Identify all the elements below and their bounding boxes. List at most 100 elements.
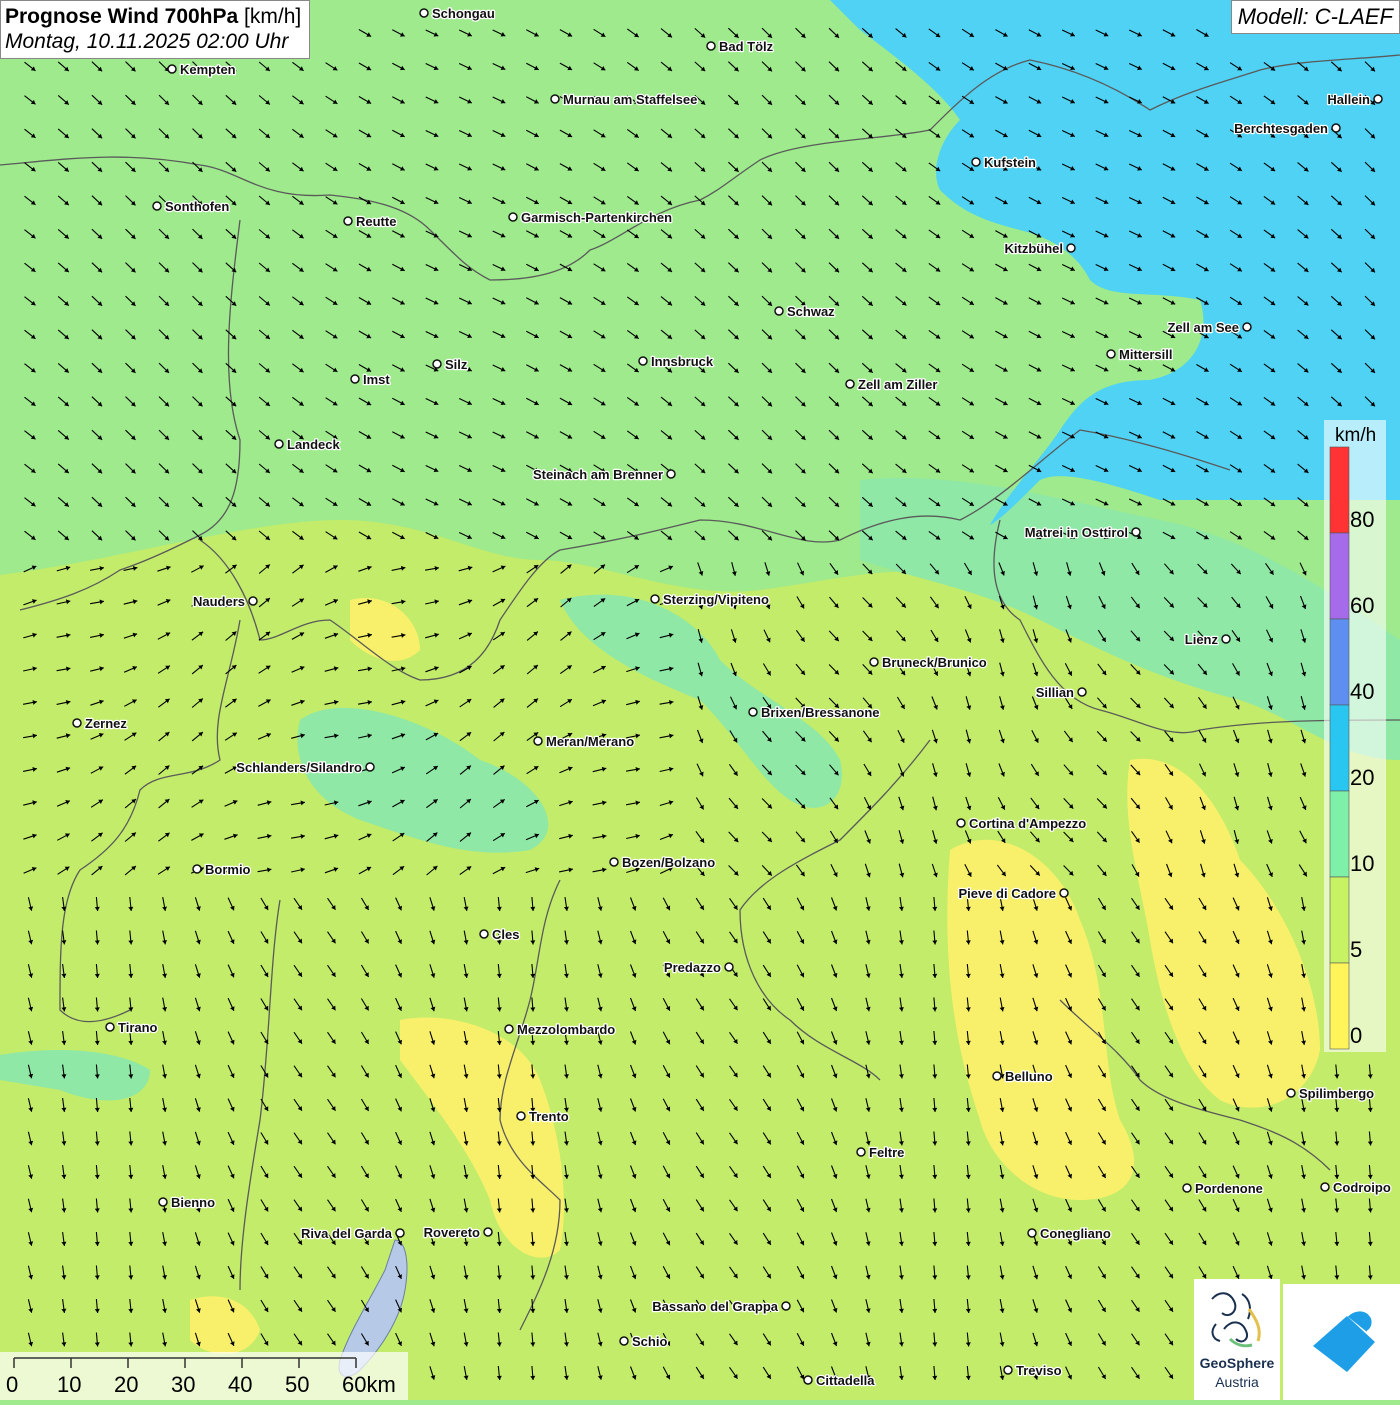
warning-app-logo[interactable] xyxy=(1283,1284,1400,1400)
city-label: Landeck xyxy=(287,437,341,452)
legend-label: 0 xyxy=(1350,1023,1362,1048)
city-label: Lienz xyxy=(1185,632,1219,647)
city-marker-icon xyxy=(158,1197,168,1207)
city-label: Zernez xyxy=(85,716,127,731)
title-box: Prognose Wind 700hPa [km/h] Montag, 10.1… xyxy=(0,0,311,60)
city-label: Kitzbühel xyxy=(1005,241,1064,256)
scale-label: 10 xyxy=(57,1372,81,1397)
city-label: Kufstein xyxy=(984,155,1036,170)
city-marker-icon xyxy=(1003,1365,1013,1375)
city-matrei-in-osttirol[interactable]: Matrei in Osttirol xyxy=(1023,524,1141,541)
city-label: Schwaz xyxy=(787,304,835,319)
city-marker-icon xyxy=(432,359,442,369)
city-marker-icon xyxy=(869,657,879,667)
city-marker-icon xyxy=(483,1227,493,1237)
city-label: Silz xyxy=(445,357,468,372)
city-sterzing-vipiteno[interactable]: Sterzing/Vipiteno xyxy=(650,591,770,608)
city-schlanders-silandro[interactable]: Schlanders/Silandro xyxy=(235,759,375,776)
city-marker-icon xyxy=(72,718,82,728)
city-murnau-am-staffelsee[interactable]: Murnau am Staffelsee xyxy=(550,91,699,108)
legend-label: 10 xyxy=(1350,851,1374,876)
city-marker-icon xyxy=(724,962,734,972)
city-marker-icon xyxy=(706,41,716,51)
city-marker-icon xyxy=(1131,527,1141,537)
city-label: Meran/Merano xyxy=(546,734,634,749)
city-label: Tirano xyxy=(118,1020,158,1035)
scale-label: 50 xyxy=(285,1372,309,1397)
legend-label: 40 xyxy=(1350,679,1374,704)
city-marker-icon xyxy=(619,1336,629,1346)
city-label: Garmisch-Partenkirchen xyxy=(521,210,672,225)
city-marker-icon xyxy=(1221,634,1231,644)
city-label: Cortina d'Ampezzo xyxy=(969,816,1086,831)
city-zell-am-ziller[interactable]: Zell am Ziller xyxy=(845,376,939,393)
city-marker-icon xyxy=(274,439,284,449)
city-garmisch-partenkirchen[interactable]: Garmisch-Partenkirchen xyxy=(508,209,673,226)
city-bassano-del-grappa[interactable]: Bassano del Grappa xyxy=(651,1298,791,1315)
city-pieve-di-cadore[interactable]: Pieve di Cadore xyxy=(957,885,1069,902)
city-label: Bozen/Bolzano xyxy=(622,855,715,870)
city-zell-am-see[interactable]: Zell am See xyxy=(1166,319,1252,336)
city-marker-icon xyxy=(1242,322,1252,332)
title-text: Prognose Wind 700hPa xyxy=(5,5,239,28)
city-label: Pordenone xyxy=(1195,1181,1263,1196)
city-marker-icon xyxy=(666,469,676,479)
city-label: Trento xyxy=(529,1109,569,1124)
city-marker-icon xyxy=(504,1024,514,1034)
city-mezzolombardo[interactable]: Mezzolombardo xyxy=(504,1021,617,1038)
city-bozen-bolzano[interactable]: Bozen/Bolzano xyxy=(609,854,716,871)
city-marker-icon xyxy=(638,356,648,366)
city-bruneck-brunico[interactable]: Bruneck/Brunico xyxy=(869,654,988,671)
city-label: Berchtesgaden xyxy=(1234,121,1328,136)
city-riva-del-garda[interactable]: Riva del Garda xyxy=(300,1225,405,1242)
city-sonthofen[interactable]: Sonthofen xyxy=(152,198,231,215)
city-label: Bruneck/Brunico xyxy=(882,655,987,670)
legend-label: 60 xyxy=(1350,593,1374,618)
city-marker-icon xyxy=(845,379,855,389)
city-berchtesgaden[interactable]: Berchtesgaden xyxy=(1233,120,1341,137)
model-label: Modell: C-LAEF xyxy=(1230,0,1400,34)
city-marker-icon xyxy=(508,212,518,222)
city-label: Steinach am Brenner xyxy=(533,467,663,482)
city-marker-icon xyxy=(1106,349,1116,359)
city-label: Matrei in Osttirol xyxy=(1025,525,1128,540)
legend-color-swatch xyxy=(1329,962,1350,1050)
city-marker-icon xyxy=(192,864,202,874)
city-label: Imst xyxy=(363,372,390,387)
city-meran-merano[interactable]: Meran/Merano xyxy=(533,733,635,750)
city-marker-icon xyxy=(395,1228,405,1238)
geosphere-logo[interactable]: GeoSphere Austria xyxy=(1194,1279,1280,1400)
city-marker-icon xyxy=(774,306,784,316)
city-brixen-bressanone[interactable]: Brixen/Bressanone xyxy=(748,704,881,721)
city-label: Pieve di Cadore xyxy=(958,886,1056,901)
city-label: Belluno xyxy=(1005,1069,1053,1084)
city-label: Bormio xyxy=(205,862,251,877)
city-label: Bad Tölz xyxy=(719,39,774,54)
city-label: Mezzolombardo xyxy=(517,1022,615,1037)
city-label: Treviso xyxy=(1016,1363,1062,1378)
legend-color-swatch xyxy=(1329,704,1350,792)
city-steinach-am-brenner[interactable]: Steinach am Brenner xyxy=(532,466,676,483)
city-marker-icon xyxy=(1066,243,1076,253)
city-marker-icon xyxy=(748,707,758,717)
city-marker-icon xyxy=(781,1301,791,1311)
scale-bar-graphic: 0 10 20 30 40 50 60km xyxy=(0,1352,408,1400)
city-conegliano[interactable]: Conegliano xyxy=(1027,1225,1112,1242)
city-spilimbergo[interactable]: Spilimbergo xyxy=(1286,1085,1375,1102)
city-label: Zell am Ziller xyxy=(858,377,937,392)
scale-label: 20 xyxy=(114,1372,138,1397)
city-marker-icon xyxy=(650,594,660,604)
city-label: Murnau am Staffelsee xyxy=(563,92,697,107)
city-marker-icon xyxy=(1373,94,1383,104)
city-cortina-d-ampezzo[interactable]: Cortina d'Ampezzo xyxy=(956,815,1088,832)
city-label: Bassano del Grappa xyxy=(652,1299,778,1314)
city-innsbruck[interactable]: Innsbruck xyxy=(638,353,715,370)
legend-label: 5 xyxy=(1350,937,1362,962)
wind-map[interactable]: Schongau Bad Tölz Kempten Murnau am Staffel… xyxy=(0,0,1400,1400)
city-marker-icon xyxy=(533,736,543,746)
city-label: Innsbruck xyxy=(651,354,714,369)
city-schongau[interactable]: Schongau xyxy=(419,5,496,22)
city-label: Schlanders/Silandro xyxy=(236,760,362,775)
city-pordenone[interactable]: Pordenone xyxy=(1182,1180,1264,1197)
legend-label: 80 xyxy=(1350,507,1374,532)
